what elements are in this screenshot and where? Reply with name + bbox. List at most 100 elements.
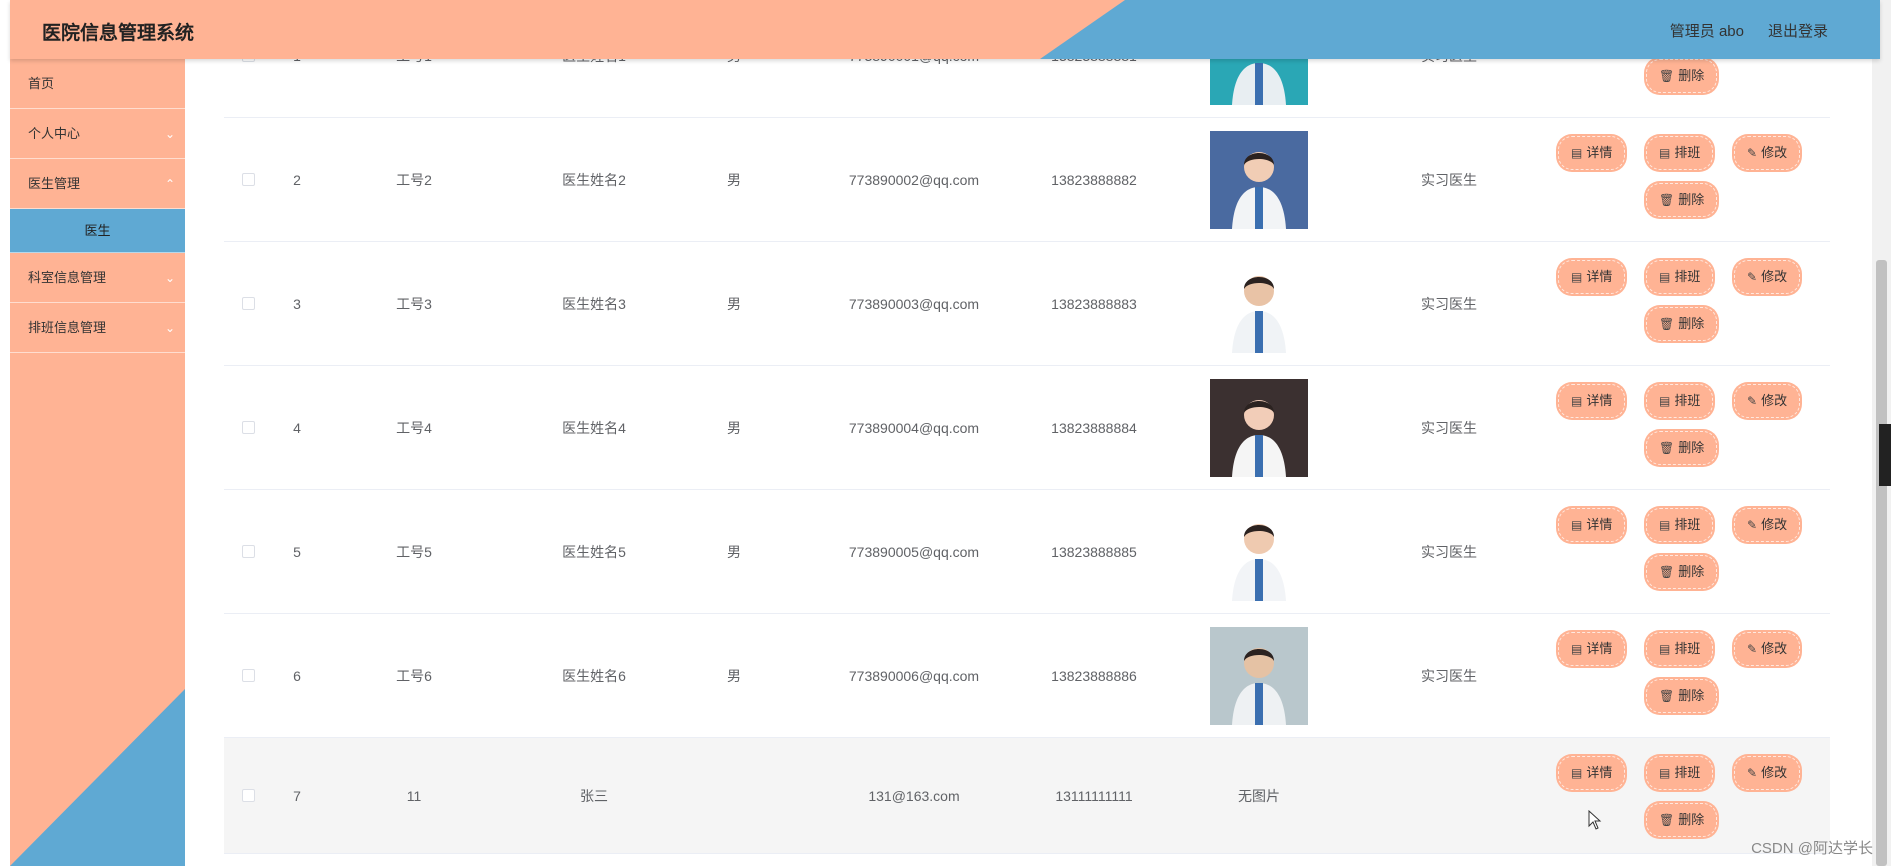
row-actions: ▤详情▤排班✎修改🗑删除 xyxy=(1558,738,1818,853)
button-label: 删除 xyxy=(1678,316,1705,331)
row-checkbox[interactable] xyxy=(241,789,255,802)
doctor-photo xyxy=(1210,130,1308,229)
button-label: 修改 xyxy=(1761,765,1788,780)
job-number-cell: 工号4 xyxy=(396,419,432,436)
gender-cell xyxy=(684,738,784,853)
row-checkbox[interactable] xyxy=(241,669,255,682)
button-label: 删除 xyxy=(1678,688,1705,703)
photo-cell: 无图片 xyxy=(1238,787,1280,804)
document-icon: ▤ xyxy=(1659,766,1671,780)
button-label: 删除 xyxy=(1678,440,1705,455)
row-select-cell xyxy=(224,366,272,489)
phone-cell: 13823888882 xyxy=(1051,171,1137,188)
button-label: 排班 xyxy=(1674,641,1701,656)
job-number-cell: 工号2 xyxy=(396,171,432,188)
schedule-button[interactable]: ▤排班 xyxy=(1646,756,1714,790)
button-label: 详情 xyxy=(1586,393,1613,408)
delete-button[interactable]: 🗑 删除 xyxy=(1646,431,1718,465)
sidebar-item-personal-center[interactable]: 个人中心 ⌄ xyxy=(10,109,185,159)
row-select-cell xyxy=(224,118,272,241)
schedule-button[interactable]: ▤排班 xyxy=(1646,136,1714,170)
sidebar-item-doctor-management[interactable]: 医生管理 ⌃ xyxy=(10,159,185,209)
gender-cell: 男 xyxy=(727,419,741,436)
sidebar-item-label: 医生 xyxy=(84,223,111,238)
index-cell: 3 xyxy=(293,295,301,312)
sidebar-item-home[interactable]: 首页 xyxy=(10,59,185,109)
doctor-name-cell: 医生姓名3 xyxy=(562,295,626,312)
row-checkbox[interactable] xyxy=(241,421,255,434)
row-checkbox[interactable] xyxy=(241,545,255,558)
edit-button[interactable]: ✎修改 xyxy=(1734,632,1801,666)
trash-icon: 🗑 xyxy=(1659,441,1675,455)
edit-button[interactable]: ✎修改 xyxy=(1734,136,1801,170)
sidebar-item-label: 个人中心 xyxy=(28,126,81,141)
job-number-cell: 工号3 xyxy=(396,295,432,312)
document-icon: ▤ xyxy=(1659,642,1671,656)
current-user-label[interactable]: 管理员 abo xyxy=(1670,20,1744,41)
detail-button[interactable]: ▤详情 xyxy=(1558,384,1626,418)
trash-icon: 🗑 xyxy=(1659,317,1675,331)
button-label: 详情 xyxy=(1586,765,1613,780)
trash-icon: 🗑 xyxy=(1659,813,1675,827)
row-select-cell xyxy=(224,614,272,737)
doctor-name-cell: 医生姓名5 xyxy=(562,543,626,560)
row-actions: ▤详情 ▤排班 ✎修改 🗑删除 xyxy=(1558,242,1818,365)
side-panel-handle[interactable] xyxy=(1879,424,1891,486)
edit-button[interactable]: ✎修改 xyxy=(1734,508,1801,542)
schedule-button[interactable]: ▤排班 xyxy=(1646,632,1714,666)
edit-button[interactable]: ✎修改 xyxy=(1734,260,1801,294)
button-label: 删除 xyxy=(1678,564,1705,579)
doctor-name-cell: 医生姓名2 xyxy=(562,171,626,188)
row-actions: ▤详情▤排班✎修改🗑删除 xyxy=(1558,118,1818,241)
button-label: 详情 xyxy=(1586,145,1613,160)
row-actions: ▤详情 ▤排班 ✎修改 🗑删除 xyxy=(1558,490,1818,613)
row-actions: ▤详情 ▤排班 ✎修改 🗑删除 xyxy=(1558,366,1818,489)
delete-button[interactable]: 🗑 删除 xyxy=(1646,59,1718,93)
doctor-title-cell: 实习医生 xyxy=(1421,667,1477,684)
scrollbar-thumb[interactable] xyxy=(1876,260,1887,866)
row-select-cell xyxy=(224,242,272,365)
button-label: 排班 xyxy=(1674,393,1701,408)
index-cell: 5 xyxy=(293,543,301,560)
row-checkbox[interactable] xyxy=(241,297,255,310)
chevron-down-icon: ⌄ xyxy=(164,271,175,285)
sidebar-item-label: 医生管理 xyxy=(28,176,81,191)
logout-link[interactable]: 退出登录 xyxy=(1768,20,1828,41)
delete-button[interactable]: 🗑 删除 xyxy=(1646,803,1718,837)
sidebar-subitem-doctor[interactable]: 医生 xyxy=(10,209,185,253)
schedule-button[interactable]: ▤排班 xyxy=(1646,508,1714,542)
button-label: 排班 xyxy=(1674,517,1701,532)
sidebar-item-department-management[interactable]: 科室信息管理 ⌄ xyxy=(10,253,185,303)
detail-button[interactable]: ▤详情 xyxy=(1558,260,1626,294)
edit-button[interactable]: ✎修改 xyxy=(1734,384,1801,418)
delete-button[interactable]: 🗑 删除 xyxy=(1646,679,1718,713)
table-row: 5 工号5 医生姓名5 男 773890005@qq.com 13823888885 实习医… xyxy=(224,490,1830,614)
email-cell: 773890004@qq.com xyxy=(848,419,980,436)
delete-button[interactable]: 🗑 删除 xyxy=(1646,307,1718,341)
row-actions: ▤详情 ▤排班 ✎修改 🗑删除 xyxy=(1558,614,1818,737)
document-icon: ▤ xyxy=(1659,146,1671,160)
document-icon: ▤ xyxy=(1571,766,1583,780)
schedule-button[interactable]: ▤排班 xyxy=(1646,260,1714,294)
table-row: 3 工号3 医生姓名3 男 773890003@qq.com 13823888883 实习医… xyxy=(224,242,1830,366)
delete-button[interactable]: 🗑 删除 xyxy=(1646,555,1718,589)
detail-button[interactable]: ▤详情 xyxy=(1558,632,1626,666)
email-cell: 131@163.com xyxy=(868,787,960,804)
pencil-icon: ✎ xyxy=(1747,394,1758,408)
doctor-photo xyxy=(1210,378,1308,477)
detail-button[interactable]: ▤详情 xyxy=(1558,136,1626,170)
row-checkbox[interactable] xyxy=(241,173,255,186)
sidebar-item-schedule-management[interactable]: 排班信息管理 ⌄ xyxy=(10,303,185,353)
row-select-cell xyxy=(224,738,272,853)
phone-cell: 13823888885 xyxy=(1051,543,1137,560)
pencil-icon: ✎ xyxy=(1747,518,1758,532)
edit-button[interactable]: ✎修改 xyxy=(1734,756,1801,790)
schedule-button[interactable]: ▤排班 xyxy=(1646,384,1714,418)
sidebar-item-label: 排班信息管理 xyxy=(28,320,107,335)
detail-button[interactable]: ▤详情 xyxy=(1558,756,1626,790)
header-background xyxy=(10,0,1125,59)
sidebar: 首页 个人中心 ⌄ 医生管理 ⌃ 医生 科室信息管理 ⌄ 排班信息管理 ⌄ xyxy=(10,59,185,866)
detail-button[interactable]: ▤详情 xyxy=(1558,508,1626,542)
index-cell: 7 xyxy=(293,787,301,804)
delete-button[interactable]: 🗑 删除 xyxy=(1646,183,1718,217)
